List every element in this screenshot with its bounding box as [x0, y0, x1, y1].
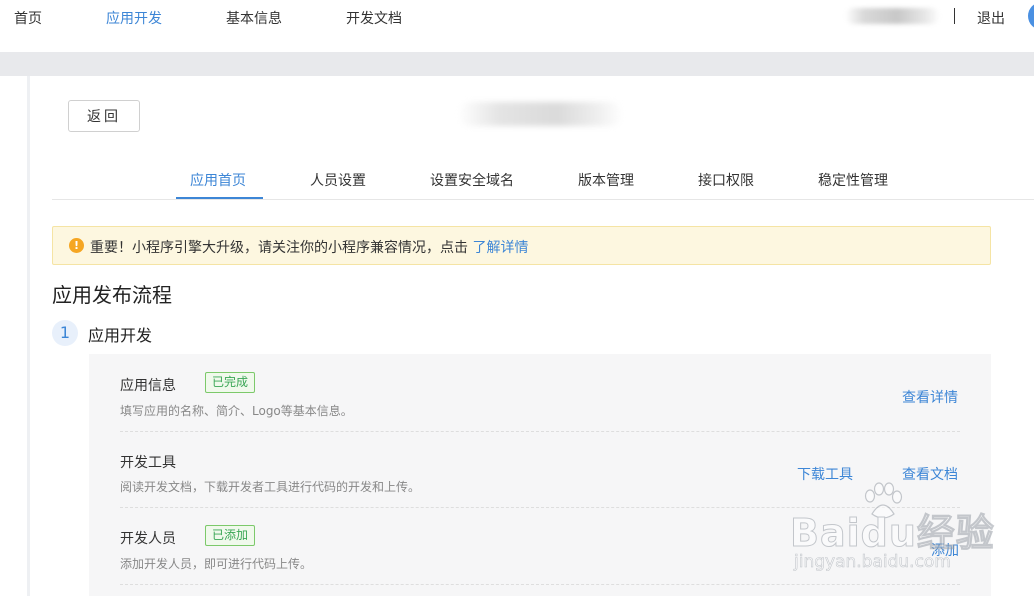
back-button[interactable]: 返回	[68, 100, 140, 132]
row-title-developers: 开发人员	[120, 531, 176, 547]
step-number: 1	[52, 320, 78, 346]
tab-stability-management[interactable]: 稳定性管理	[818, 170, 888, 190]
view-docs-link[interactable]: 查看文档	[902, 464, 958, 484]
logout-link[interactable]: 退出	[977, 8, 1005, 28]
add-developer-link[interactable]: 添加	[931, 540, 959, 560]
row-desc-dev-tools: 阅读开发文档，下载开发者工具进行代码的开发和上传。	[120, 480, 421, 494]
warning-icon: !	[69, 238, 84, 253]
notice-text: 重要！小程序引擎大升级，请关注你的小程序兼容情况，点击	[90, 240, 468, 256]
tab-security-domain[interactable]: 设置安全域名	[430, 170, 514, 190]
active-tab-indicator	[176, 197, 263, 199]
notice-details-link[interactable]: 了解详情	[472, 240, 528, 256]
tab-member-settings[interactable]: 人员设置	[310, 170, 366, 190]
top-nav: 首页 应用开发 基本信息 开发文档 退出	[0, 0, 1034, 52]
nav-home[interactable]: 首页	[14, 8, 42, 28]
content-left-edge	[27, 76, 30, 596]
row-title-dev-tools: 开发工具	[120, 455, 176, 471]
download-tools-link[interactable]: 下载工具	[797, 464, 853, 484]
row-divider	[120, 431, 960, 432]
header-band	[0, 52, 1034, 76]
notice-message: 重要！小程序引擎大升级，请关注你的小程序兼容情况，点击 了解详情	[90, 237, 528, 257]
tab-bar: 应用首页 人员设置 设置安全域名 版本管理 接口权限 稳定性管理	[52, 158, 1034, 200]
tab-version-management[interactable]: 版本管理	[578, 170, 634, 190]
nav-dev-docs[interactable]: 开发文档	[346, 8, 402, 28]
nav-app-development[interactable]: 应用开发	[106, 8, 162, 28]
upgrade-notice: ! 重要！小程序引擎大升级，请关注你的小程序兼容情况，点击 了解详情	[52, 226, 991, 265]
row-divider	[120, 584, 960, 585]
status-badge-completed: 已完成	[205, 372, 256, 393]
nav-divider	[954, 8, 955, 24]
section-title: 应用发布流程	[52, 283, 172, 307]
row-title-app-info: 应用信息	[120, 378, 176, 394]
avatar[interactable]	[1028, 2, 1034, 30]
row-divider	[120, 507, 960, 508]
row-desc-app-info: 填写应用的名称、简介、Logo等基本信息。	[120, 404, 353, 418]
row-desc-developers: 添加开发人员，即可进行代码上传。	[120, 557, 313, 571]
username-redacted	[845, 8, 940, 24]
development-steps-panel: 应用信息 已完成 填写应用的名称、简介、Logo等基本信息。 查看详情 开发工具…	[89, 354, 991, 596]
tab-api-permissions[interactable]: 接口权限	[698, 170, 754, 190]
step-title: 应用开发	[88, 326, 153, 345]
view-details-link[interactable]: 查看详情	[902, 387, 958, 407]
app-title-redacted	[458, 102, 623, 126]
tab-app-home[interactable]: 应用首页	[190, 170, 246, 190]
nav-basic-info[interactable]: 基本信息	[226, 8, 282, 28]
status-badge-added: 已添加	[205, 525, 256, 546]
